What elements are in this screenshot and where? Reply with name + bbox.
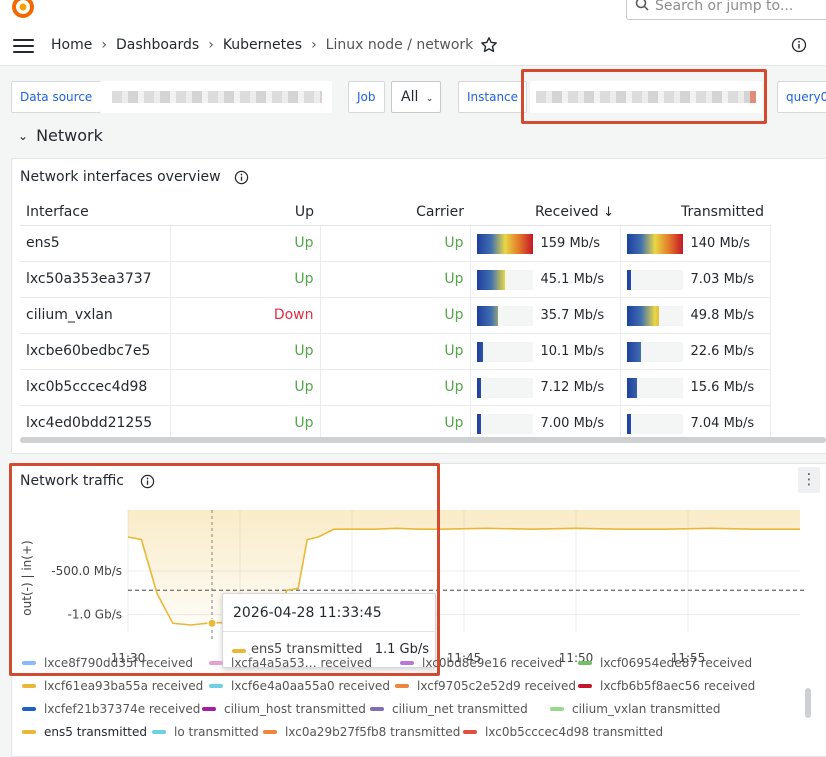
legend-item[interactable]: lxc0b5cccec4d98 transmitted [463, 725, 663, 739]
legend-item[interactable]: lxcfb6b5f8aec56 received [578, 679, 755, 693]
legend-item[interactable]: cilium_host transmitted [202, 702, 366, 716]
legend-item[interactable]: lxc0a29b27f5fb8 transmitted [263, 725, 460, 739]
legend-swatch [370, 707, 384, 711]
legend-label: cilium_host transmitted [224, 702, 366, 716]
legend-swatch [202, 707, 216, 711]
legend-label: lxcf06954ede87 received [600, 656, 753, 670]
legend-item[interactable]: lxcf61ea93ba55a received [22, 679, 203, 693]
legend-label: lxcf61ea93ba55a received [44, 679, 204, 693]
legend-item[interactable]: lxcf06954ede87 received [578, 656, 752, 670]
highlight-box [9, 463, 440, 676]
legend-item[interactable]: ens5 transmitted [22, 725, 147, 739]
legend-scrollbar[interactable] [805, 688, 811, 718]
legend-label: lo transmitted [174, 725, 259, 739]
legend-label: lxcf6e4a0aa55a0 received [231, 679, 390, 693]
legend-label: cilium_net transmitted [392, 702, 528, 716]
legend-swatch [550, 707, 564, 711]
legend-swatch [578, 661, 592, 665]
legend-swatch [395, 684, 409, 688]
legend-label: lxcfef21b37374e received [44, 702, 201, 716]
legend-item[interactable]: lo transmitted [152, 725, 259, 739]
legend-label: lxcf9705c2e52d9 received [417, 679, 577, 693]
legend-swatch [22, 707, 36, 711]
legend-item[interactable]: cilium_net transmitted [370, 702, 528, 716]
legend-swatch [22, 730, 36, 734]
legend-label: lxcfb6b5f8aec56 received [600, 679, 756, 693]
legend-item[interactable]: lxcf9705c2e52d9 received [395, 679, 576, 693]
legend-label: cilium_vxlan transmitted [572, 702, 721, 716]
legend-swatch [152, 730, 166, 734]
legend-swatch [578, 684, 592, 688]
legend-item[interactable]: cilium_vxlan transmitted [550, 702, 721, 716]
legend-item[interactable]: lxcf6e4a0aa55a0 received [209, 679, 390, 693]
legend-label: lxc0b5cccec4d98 transmitted [485, 725, 664, 739]
legend-swatch [263, 730, 277, 734]
legend-item[interactable]: lxcfef21b37374e received [22, 702, 200, 716]
legend-label: ens5 transmitted [44, 725, 147, 739]
legend-swatch [463, 730, 477, 734]
legend-label: lxc0bd8e9e16 received [422, 656, 563, 670]
legend-label: lxc0a29b27f5fb8 transmitted [285, 725, 461, 739]
legend-swatch [209, 684, 223, 688]
legend-swatch [22, 684, 36, 688]
